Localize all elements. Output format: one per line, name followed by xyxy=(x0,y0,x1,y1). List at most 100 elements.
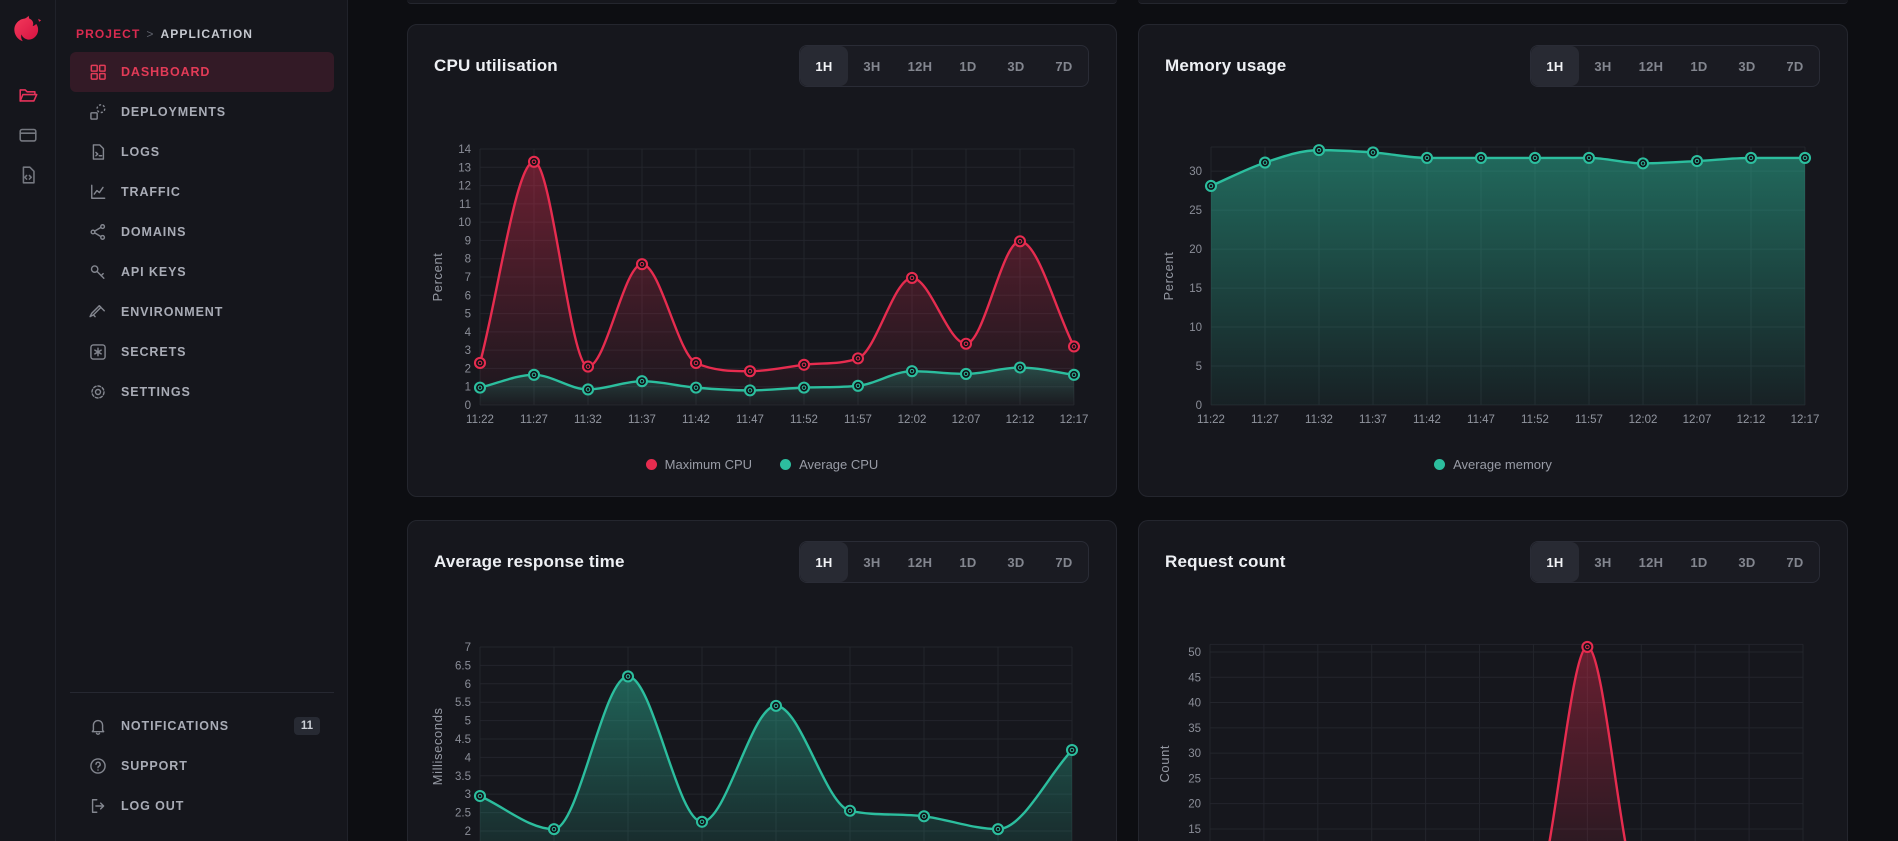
time-range-button-1d[interactable]: 1D xyxy=(1675,46,1723,86)
svg-text:12: 12 xyxy=(458,181,471,193)
sidebar-item-label: TRAFFIC xyxy=(121,185,181,199)
time-range-button-3d[interactable]: 3D xyxy=(992,46,1040,86)
sidebar-item-domains[interactable]: DOMAINS xyxy=(70,212,334,252)
y-axis-tick-labels: 05101520253035404550 xyxy=(1188,647,1201,841)
time-range-button-1d[interactable]: 1D xyxy=(944,542,992,582)
y-axis-tick-labels: 22.533.544.555.566.57 xyxy=(455,642,472,838)
svg-text:6: 6 xyxy=(465,290,471,302)
sidebar-item-traffic[interactable]: TRAFFIC xyxy=(70,172,334,212)
time-range-button-7d[interactable]: 7D xyxy=(1040,542,1088,582)
time-range-button-1d[interactable]: 1D xyxy=(944,46,992,86)
sidebar-divider xyxy=(70,692,334,693)
legend-label: Average memory xyxy=(1453,457,1552,472)
request-count-card: Request count 1H3H12H1D3D7D 051015202530… xyxy=(1138,520,1848,841)
scrolled-card-bottom-edge xyxy=(407,0,1117,4)
time-range-button-1h[interactable]: 1H xyxy=(1531,46,1579,86)
sidebar-item-settings[interactable]: SETTINGS xyxy=(70,372,334,412)
svg-text:25: 25 xyxy=(1189,205,1202,217)
svg-text:3: 3 xyxy=(465,345,471,357)
time-range-button-12h[interactable]: 12H xyxy=(896,46,944,86)
time-range-button-3d[interactable]: 3D xyxy=(1723,46,1771,86)
time-range-button-12h[interactable]: 12H xyxy=(1627,46,1675,86)
svg-text:13: 13 xyxy=(458,162,471,174)
sidebar-item-label: DEPLOYMENTS xyxy=(121,105,226,119)
time-range-button-1d[interactable]: 1D xyxy=(1675,542,1723,582)
memory-chart: 05101520253011:2211:2711:3211:3711:4211:… xyxy=(1139,125,1849,439)
series-area xyxy=(1211,150,1805,405)
time-range-button-3h[interactable]: 3H xyxy=(848,542,896,582)
sidebar-item-notifications[interactable]: NOTIFICATIONS11 xyxy=(70,706,334,746)
legend-dot xyxy=(1434,459,1445,470)
time-range-button-3h[interactable]: 3H xyxy=(1579,542,1627,582)
svg-text:30: 30 xyxy=(1189,166,1202,178)
folder-icon[interactable] xyxy=(17,84,39,106)
time-range-button-7d[interactable]: 7D xyxy=(1771,542,1819,582)
time-range-button-1h[interactable]: 1H xyxy=(800,542,848,582)
y-axis-label: Percent xyxy=(1161,251,1176,300)
svg-text:9: 9 xyxy=(465,235,471,247)
svg-text:25: 25 xyxy=(1188,773,1201,785)
time-range-button-3h[interactable]: 3H xyxy=(1579,46,1627,86)
rail-items xyxy=(0,84,55,186)
sidebar-item-label: DOMAINS xyxy=(121,225,186,239)
help-icon xyxy=(88,756,108,776)
svg-text:12:07: 12:07 xyxy=(952,414,981,426)
svg-text:12:12: 12:12 xyxy=(1737,414,1766,426)
sidebar-item-label: SETTINGS xyxy=(121,385,191,399)
sidebar-item-api-keys[interactable]: API KEYS xyxy=(70,252,334,292)
sidebar-item-environment[interactable]: ENVIRONMENT xyxy=(70,292,334,332)
sidebar-item-deployments[interactable]: DEPLOYMENTS xyxy=(70,92,334,132)
svg-text:12:12: 12:12 xyxy=(1006,414,1035,426)
sidebar-item-dashboard[interactable]: DASHBOARD xyxy=(70,52,334,92)
svg-text:5: 5 xyxy=(465,716,471,728)
sidebar-item-label: SUPPORT xyxy=(121,759,188,773)
traffic-icon xyxy=(88,182,108,202)
chart-grid xyxy=(1210,644,1803,841)
sidebar-nav: DASHBOARD DEPLOYMENTS LOGS TRAFFIC DOMAINS AP… xyxy=(70,52,334,412)
sidebar-item-logout[interactable]: LOG OUT xyxy=(70,786,334,826)
chart-legend: Average memory xyxy=(1139,457,1847,472)
request-count-chart: 05101520253035404550Count xyxy=(1139,621,1849,841)
svg-text:2.5: 2.5 xyxy=(455,808,471,820)
time-range-button-3d[interactable]: 3D xyxy=(1723,542,1771,582)
sidebar-item-label: NOTIFICATIONS xyxy=(121,719,229,733)
svg-text:11:52: 11:52 xyxy=(1521,414,1549,426)
svg-text:8: 8 xyxy=(465,254,471,266)
time-range-button-7d[interactable]: 7D xyxy=(1040,46,1088,86)
chart-legend: Maximum CPUAverage CPU xyxy=(408,457,1116,472)
svg-text:0: 0 xyxy=(465,400,471,412)
svg-text:11:37: 11:37 xyxy=(628,414,656,426)
sidebar-item-support[interactable]: SUPPORT xyxy=(70,746,334,786)
svg-text:11:22: 11:22 xyxy=(1197,414,1225,426)
svg-text:50: 50 xyxy=(1188,647,1201,659)
y-axis-label: Percent xyxy=(430,252,445,301)
breadcrumb-application[interactable]: APPLICATION xyxy=(161,27,254,41)
time-range-button-12h[interactable]: 12H xyxy=(896,542,944,582)
y-axis-tick-labels: 051015202530 xyxy=(1189,166,1202,412)
breadcrumb-project[interactable]: PROJECT xyxy=(76,27,140,41)
svg-text:7: 7 xyxy=(465,642,471,654)
billing-icon[interactable] xyxy=(17,124,39,146)
time-range-button-1h[interactable]: 1H xyxy=(1531,542,1579,582)
svg-text:4: 4 xyxy=(465,327,472,339)
card-header: Average response time 1H3H12H1D3D7D xyxy=(408,521,1116,603)
time-range-button-12h[interactable]: 12H xyxy=(1627,542,1675,582)
svg-text:11:57: 11:57 xyxy=(1575,414,1603,426)
time-range-group: 1H3H12H1D3D7D xyxy=(799,541,1089,583)
sidebar-item-secrets[interactable]: SECRETS xyxy=(70,332,334,372)
sidebar-item-label: LOG OUT xyxy=(121,799,184,813)
sidebar-footer-nav: NOTIFICATIONS11 SUPPORT LOG OUT xyxy=(70,706,334,826)
time-range-button-3d[interactable]: 3D xyxy=(992,542,1040,582)
sidebar-item-logs[interactable]: LOGS xyxy=(70,132,334,172)
code-file-icon[interactable] xyxy=(17,164,39,186)
svg-text:11: 11 xyxy=(459,199,471,211)
nest-logo[interactable] xyxy=(11,13,45,47)
time-range-button-3h[interactable]: 3H xyxy=(848,46,896,86)
syringe-icon xyxy=(88,302,108,322)
svg-text:6.5: 6.5 xyxy=(455,660,471,672)
time-range-button-1h[interactable]: 1H xyxy=(800,46,848,86)
time-range-button-7d[interactable]: 7D xyxy=(1771,46,1819,86)
svg-text:2: 2 xyxy=(465,826,471,838)
sidebar: PROJECT>APPLICATION DASHBOARDDEPLOYMENTS… xyxy=(56,0,348,841)
card-title: CPU utilisation xyxy=(434,56,558,76)
